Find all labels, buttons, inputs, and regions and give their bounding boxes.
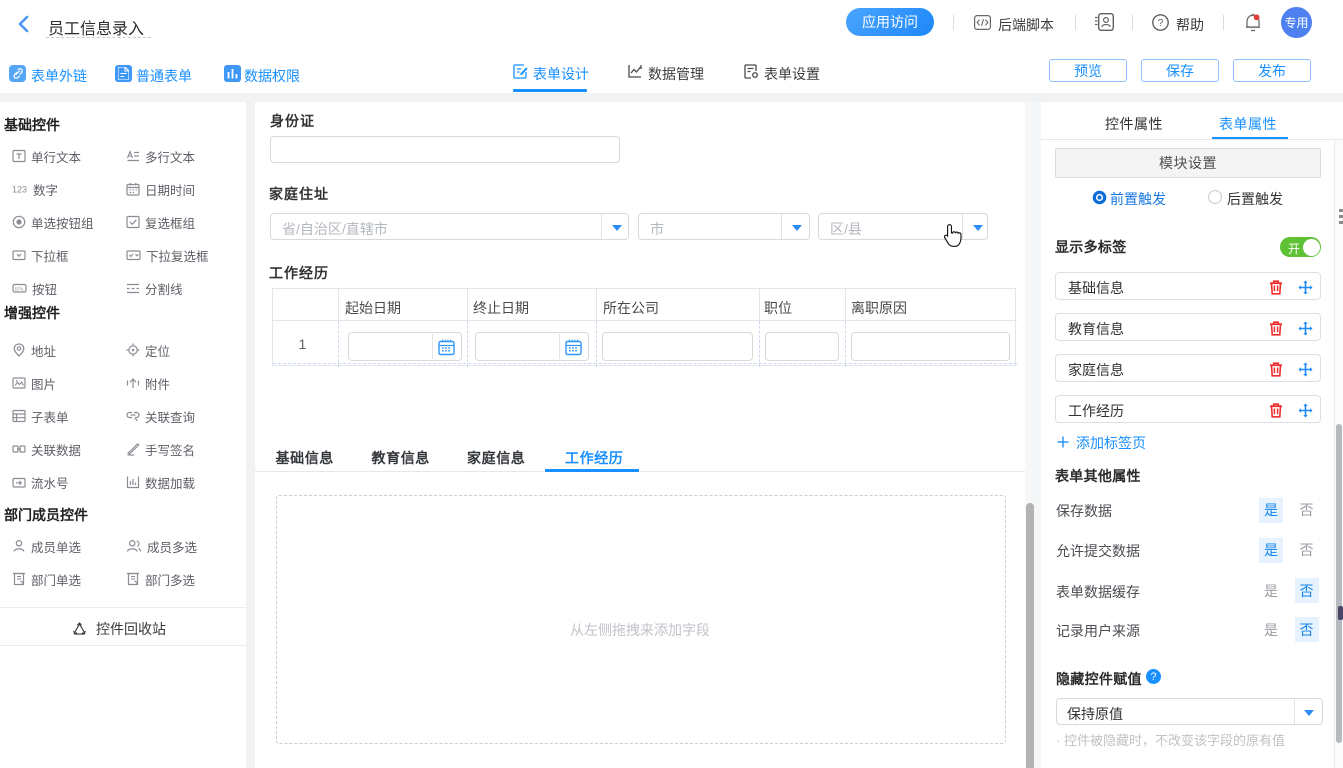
svg-text:123: 123: [12, 185, 27, 195]
svg-text:?: ?: [1158, 18, 1164, 29]
svg-text:BTN: BTN: [15, 286, 23, 291]
